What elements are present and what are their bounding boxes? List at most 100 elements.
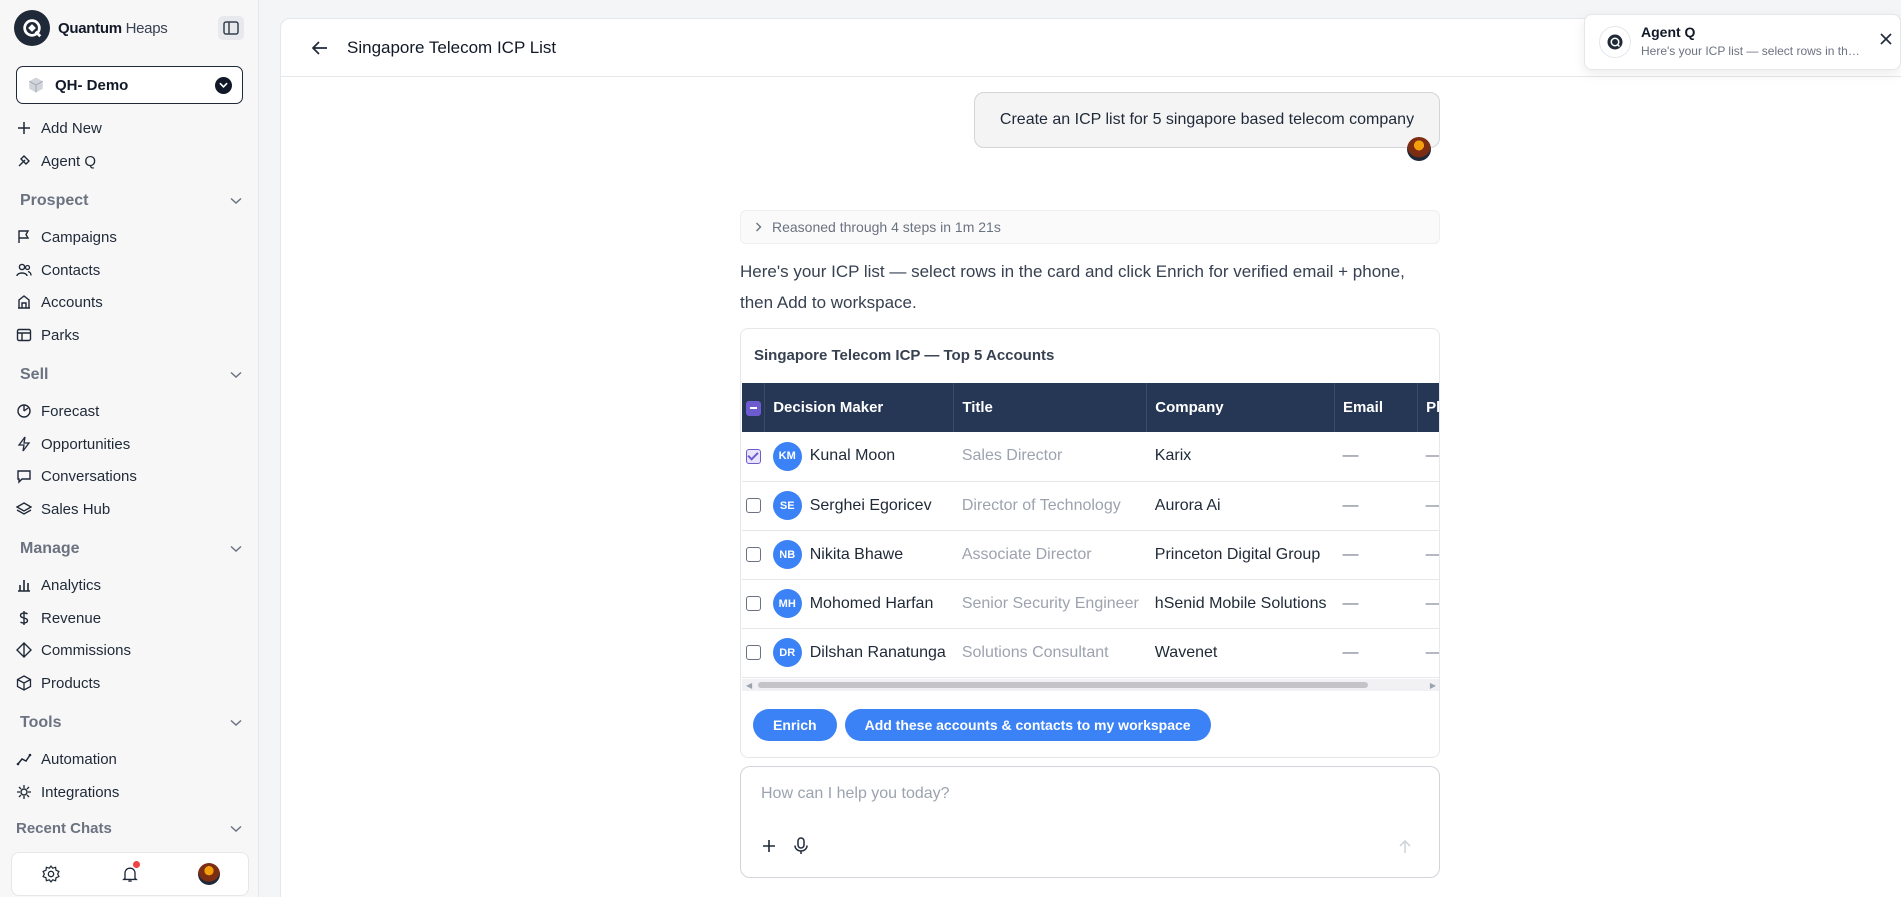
sidebar-item-accounts[interactable]: Accounts [16,290,103,314]
column-header-decision-maker[interactable]: Decision Maker [764,383,955,432]
scrollbar-thumb[interactable] [758,682,1368,688]
section-sell[interactable]: Sell [20,366,242,384]
notification-dot [132,861,140,868]
scroll-left-icon[interactable]: ◀ [746,681,752,690]
user-message-avatar [1407,137,1431,161]
notifications-button[interactable] [118,861,142,886]
cube-icon [29,77,43,93]
table-horizontal-scrollbar[interactable]: ◀ ▶ [742,679,1439,691]
layout-icon [16,328,32,342]
plus-icon[interactable] [761,838,777,854]
reasoning-toggle[interactable]: Reasoned through 4 steps in 1m 21s [740,210,1440,244]
add-new-label: Add New [41,119,102,137]
phone-cell: — [1425,545,1440,563]
composer-tools [761,837,809,855]
section-tools[interactable]: Tools [20,714,242,732]
avatar [197,863,220,885]
sidebar-item-sales-hub[interactable]: Sales Hub [16,497,110,521]
nav-item-agent-q[interactable]: Agent Q [16,149,96,173]
section-prospect[interactable]: Prospect [20,192,242,210]
send-arrow-icon[interactable] [1397,839,1413,855]
company-cell: Aurora Ai [1154,496,1221,514]
sidebar-item-conversations[interactable]: Conversations [16,464,137,488]
user-message-bubble: Create an ICP list for 5 singapore based… [974,92,1440,148]
user-avatar-button[interactable] [197,862,221,886]
chat-input[interactable]: How can I help you today? [761,785,950,803]
integrations-icon [17,785,31,799]
table-row[interactable]: DR Dilshan Ranatunga Solutions Consultant… [742,628,1440,677]
automation-icon [16,753,32,766]
table-row[interactable]: SE Serghei Egoricev Director of Technolog… [742,481,1439,530]
chat-composer[interactable]: How can I help you today? [740,766,1440,878]
chevron-down-icon [230,825,242,832]
sidebar-item-commissions[interactable]: Commissions [16,638,131,662]
phone-cell: — [1425,594,1440,612]
sidebar-item-revenue[interactable]: Revenue [16,606,101,630]
bar-chart-icon [18,580,30,592]
chevron-down-icon [215,76,232,94]
table-row[interactable]: KM Kunal Moon Sales Director Karix — — [742,432,1440,481]
toast-message: Here's your ICP list — select rows in th… [1641,44,1861,58]
quantum-heaps-logo-icon [14,10,50,46]
initials-avatar: NB [772,540,802,569]
chevron-right-icon [756,222,762,232]
agent-q-toast[interactable]: Agent Q Here's your ICP list — select ro… [1584,14,1901,70]
back-arrow-icon[interactable] [311,40,329,56]
agent-q-toast-icon [1599,26,1631,58]
workspace-selector[interactable]: QH- Demo [16,66,243,104]
sidebar-item-analytics[interactable]: Analytics [16,573,101,597]
sidebar-item-parks[interactable]: Parks [16,323,79,347]
section-manage[interactable]: Manage [20,540,242,558]
chevron-down-icon [230,545,242,553]
column-header-email[interactable]: Email [1334,383,1419,432]
brand[interactable]: Quantum Heaps [14,10,168,46]
close-icon[interactable] [1877,30,1895,48]
section-recent-chats[interactable]: Recent Chats [16,820,242,837]
phone-cell: — [1425,447,1440,465]
decision-maker-name: Nikita Bhawe [809,545,904,563]
sidebar-item-integrations[interactable]: Integrations [16,780,119,804]
scroll-right-icon[interactable]: ▶ [1430,681,1436,690]
settings-button[interactable] [39,862,63,886]
row-checkbox[interactable] [745,448,761,464]
brand-name: Quantum Heaps [58,19,168,37]
plus-icon [18,122,30,134]
column-header-title[interactable]: Title [953,383,1148,432]
users-icon [16,263,32,277]
add-to-workspace-button[interactable]: Add these accounts & contacts to my work… [844,709,1211,741]
phone-cell: — [1425,643,1440,661]
gear-icon [42,865,61,883]
sidebar-item-opportunities[interactable]: Opportunities [16,432,130,456]
agent-q-label: Agent Q [41,152,97,170]
enrich-button[interactable]: Enrich [753,709,837,741]
table-row[interactable]: NB Nikita Bhawe Associate Director Prince… [742,530,1440,579]
icp-table: Decision Maker Title Company Email Phone… [742,383,1440,678]
row-checkbox[interactable] [745,546,761,562]
row-checkbox[interactable] [745,595,761,611]
select-all-checkbox[interactable] [745,400,761,416]
icp-list-card: Singapore Telecom ICP — Top 5 Accounts D… [740,328,1440,758]
sidebar-item-automation[interactable]: Automation [16,747,117,771]
table-row[interactable]: MH Mohomed Harfan Senior Security Enginee… [742,579,1440,628]
reasoning-label: Reasoned through 4 steps in 1m 21s [772,219,1001,235]
row-checkbox[interactable] [745,497,761,513]
initials-avatar: KM [772,441,802,471]
sidebar-footer [11,852,249,896]
column-header-phone[interactable]: Phone [1417,383,1439,432]
initials-avatar: MH [772,589,802,618]
user-message-text: Create an ICP list for 5 singapore based… [999,111,1415,128]
sidebar-item-products[interactable]: Products [16,671,100,695]
microphone-icon[interactable] [793,837,809,855]
sidebar-item-campaigns[interactable]: Campaigns [16,225,117,249]
title-cell: Solutions Consultant [961,643,1109,661]
row-checkbox[interactable] [745,644,761,660]
page-title: Singapore Telecom ICP List [347,37,557,57]
add-new-button[interactable]: Add New [16,116,102,140]
sidebar-item-contacts[interactable]: Contacts [16,258,100,282]
title-cell: Director of Technology [961,496,1121,514]
sidebar-toggle-button[interactable] [218,16,244,40]
title-cell: Sales Director [961,447,1063,465]
company-cell: Karix [1154,447,1192,465]
column-header-company[interactable]: Company [1146,383,1335,432]
sidebar-item-forecast[interactable]: Forecast [16,399,99,423]
